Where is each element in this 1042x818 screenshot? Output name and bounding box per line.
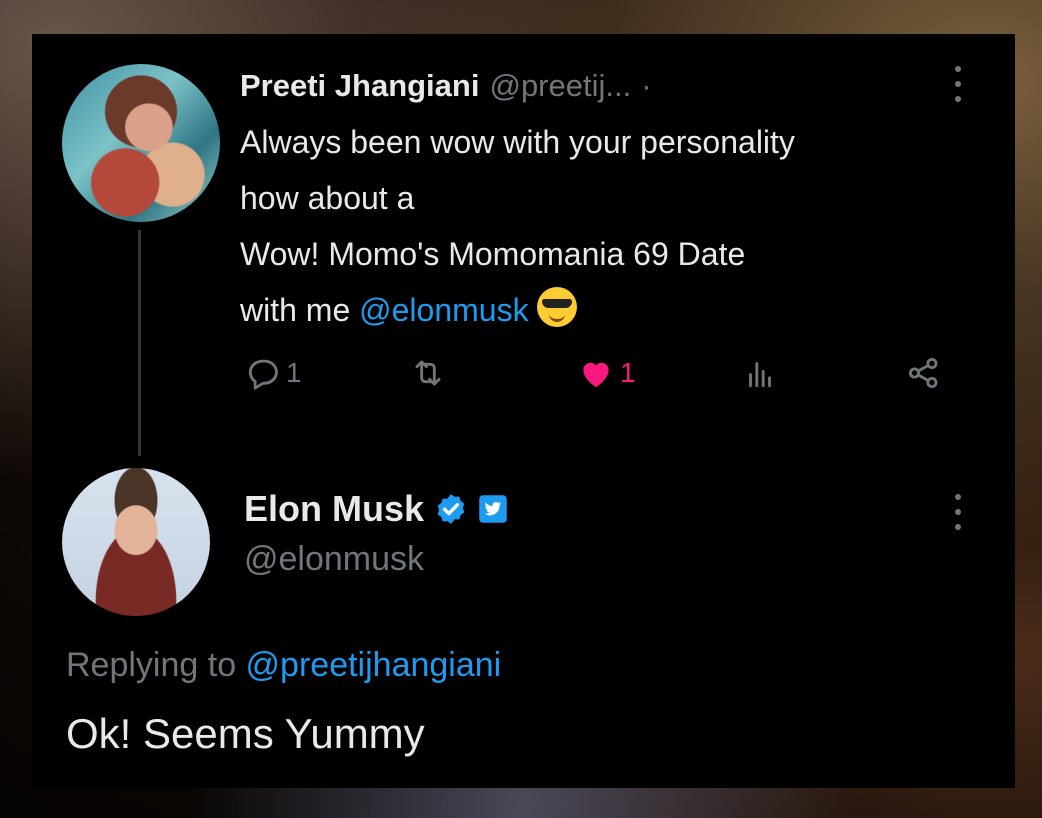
tweet-actions: 1 1 (240, 354, 950, 404)
reply-author-name[interactable]: Elon Musk (244, 488, 424, 530)
replying-handle-link[interactable]: @preetijhangiani (246, 646, 502, 684)
reply-header: Elon Musk (244, 488, 508, 530)
views-icon (749, 362, 771, 388)
like-button[interactable]: 1 (576, 354, 636, 392)
tweet-body: Always been wow with your personality ho… (240, 114, 980, 338)
tweet-header: Preeti Jhangiani @preetij... · (240, 68, 652, 104)
reply-button[interactable]: 1 (244, 354, 302, 392)
tweet-thread-card: Preeti Jhangiani @preetij... · Always be… (32, 34, 1015, 788)
avatar-preeti[interactable] (62, 64, 220, 222)
more-options-icon[interactable] (954, 66, 962, 102)
views-button[interactable] (740, 354, 780, 392)
thread-connector-line (138, 230, 141, 456)
reply-author-handle[interactable]: @elonmusk (244, 540, 424, 579)
share-button[interactable] (904, 354, 944, 392)
tweet-line: Always been wow with your personality (240, 124, 795, 160)
sunglasses-emoji-icon (536, 287, 577, 327)
author-handle[interactable]: @preetij... (489, 68, 631, 104)
reply-icon (248, 359, 278, 390)
replying-to: Replying to @preetijhangiani (66, 646, 501, 685)
tweet-line-prefix: with me (240, 292, 360, 328)
reply-body: Ok! Seems Yummy (66, 710, 425, 757)
twitter-affiliate-badge-icon (479, 495, 507, 523)
mention-link[interactable]: @elonmusk (359, 292, 528, 328)
like-count: 1 (620, 357, 636, 388)
share-icon (908, 357, 938, 389)
tweet-line: how about a (240, 180, 415, 216)
heart-icon (583, 362, 609, 388)
replying-prefix: Replying to (66, 646, 246, 684)
tweet-line: with me @elonmusk (240, 282, 980, 338)
retweet-button[interactable] (408, 354, 448, 392)
verified-badge-icon (437, 494, 465, 524)
reply-count: 1 (286, 357, 302, 388)
avatar-elon[interactable] (62, 468, 210, 616)
more-options-icon[interactable] (954, 494, 962, 530)
author-name[interactable]: Preeti Jhangiani (240, 68, 479, 104)
separator-dot: · (641, 68, 652, 103)
retweet-icon (415, 360, 441, 386)
tweet-line: Wow! Momo's Momomania 69 Date (240, 236, 746, 272)
